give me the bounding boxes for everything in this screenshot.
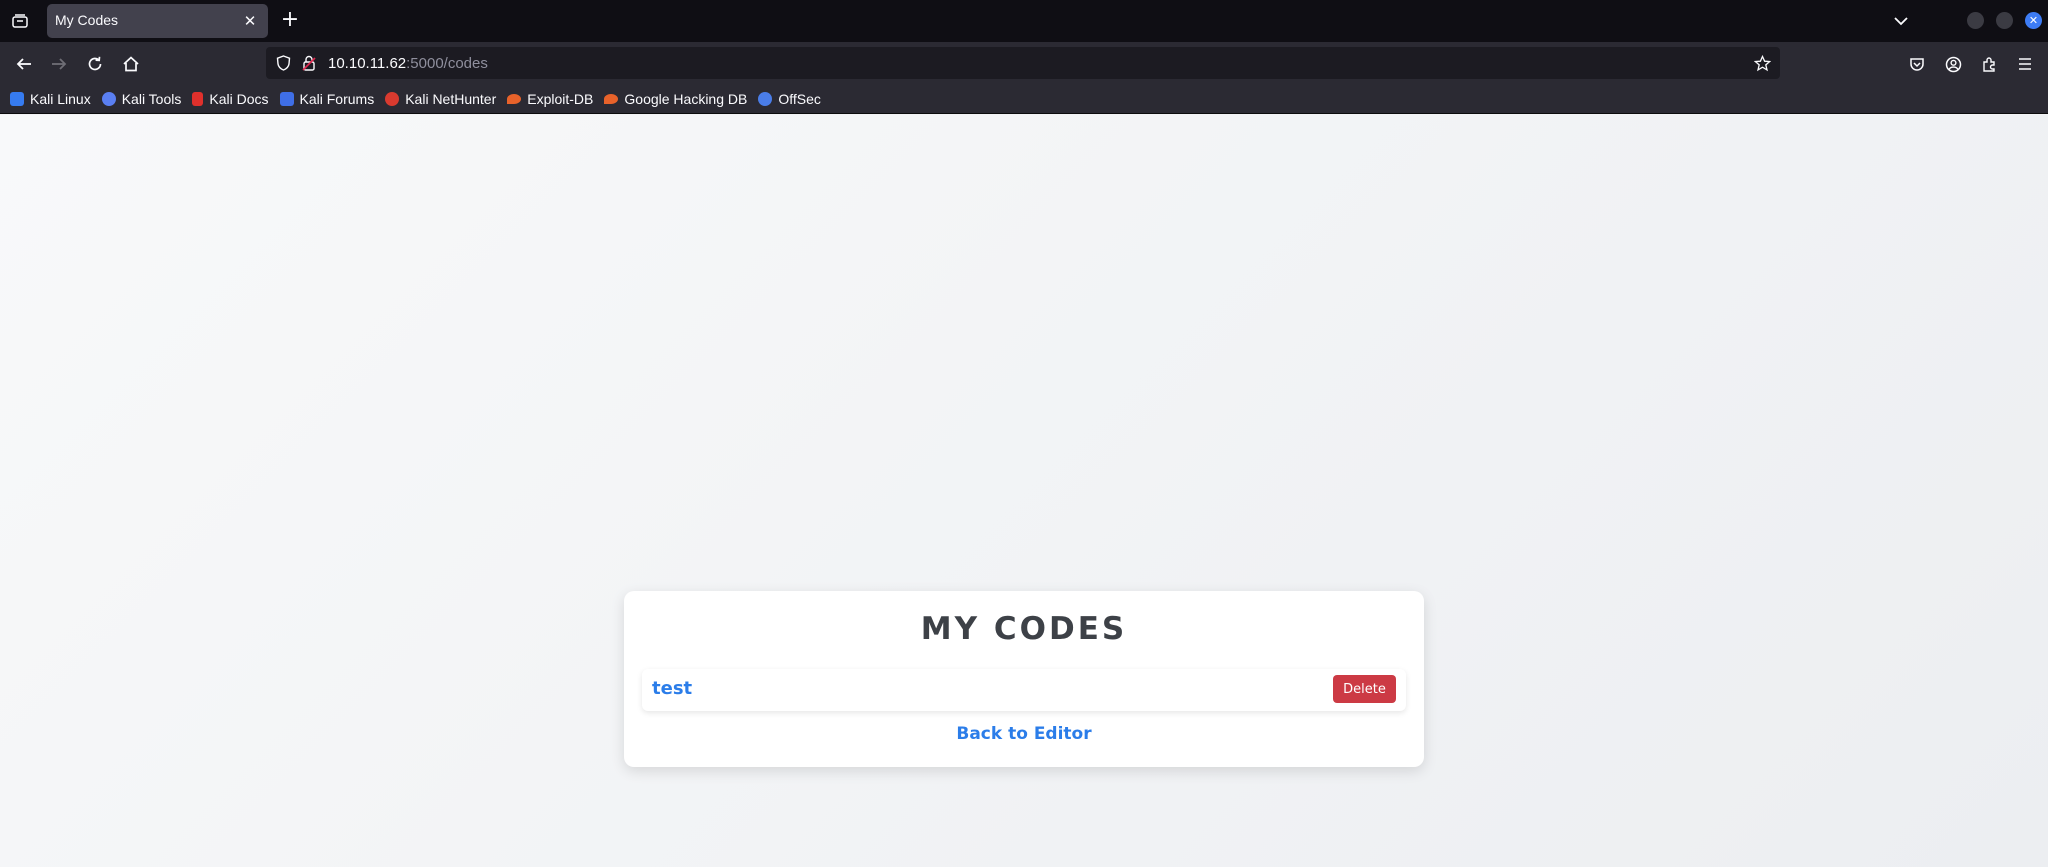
bookmark-google-hacking-db[interactable]: Google Hacking DB bbox=[604, 87, 747, 111]
extensions-icon[interactable] bbox=[1976, 51, 2002, 77]
tab-strip: My Codes ✕ + ✕ bbox=[0, 0, 2048, 42]
new-tab-button[interactable]: + bbox=[278, 8, 302, 32]
forward-arrow-icon[interactable] bbox=[46, 51, 72, 77]
url-bar[interactable]: 10.10.11.62:5000/codes bbox=[266, 47, 1780, 79]
bookmark-exploit-db[interactable]: Exploit-DB bbox=[507, 87, 593, 111]
back-to-editor-link[interactable]: Back to Editor bbox=[624, 724, 1424, 744]
page-title: MY CODES bbox=[920, 611, 1128, 647]
tab-close-icon[interactable]: ✕ bbox=[240, 11, 260, 31]
nethunter-icon bbox=[385, 91, 400, 106]
bookmark-kali-forums[interactable]: Kali Forums bbox=[279, 87, 375, 111]
kali-dragon-icon bbox=[10, 91, 24, 106]
nav-toolbar: 10.10.11.62:5000/codes bbox=[0, 42, 2048, 84]
bookmark-label: Kali Docs bbox=[209, 90, 269, 107]
bookmark-label: Google Hacking DB bbox=[624, 90, 748, 107]
kali-docs-icon bbox=[192, 91, 204, 106]
maximize-button[interactable] bbox=[1996, 12, 2013, 29]
page-viewport: MY CODES test Delete Back to Editor bbox=[0, 115, 2048, 867]
bookmark-label: Exploit-DB bbox=[527, 90, 594, 107]
codes-card: MY CODES test Delete Back to Editor bbox=[624, 591, 1424, 767]
bookmark-kali-nethunter[interactable]: Kali NetHunter bbox=[385, 87, 496, 111]
reload-icon[interactable] bbox=[82, 51, 108, 77]
delete-button[interactable]: Delete bbox=[1333, 675, 1396, 703]
ghdb-icon bbox=[604, 93, 619, 104]
minimize-button[interactable] bbox=[1967, 12, 1984, 29]
url-host: 10.10.11.62 bbox=[328, 55, 407, 72]
kali-tools-icon bbox=[101, 91, 116, 106]
code-link[interactable]: test bbox=[652, 678, 692, 699]
kali-forums-icon bbox=[279, 91, 294, 106]
back-arrow-icon[interactable] bbox=[11, 51, 37, 77]
bookmark-kali-tools[interactable]: Kali Tools bbox=[101, 87, 182, 111]
url-text[interactable]: 10.10.11.62:5000/codes bbox=[328, 55, 488, 72]
url-path: :5000/codes bbox=[406, 55, 488, 72]
code-list-item: test Delete bbox=[642, 669, 1406, 711]
offsec-icon bbox=[758, 91, 773, 106]
bookmark-kali-linux[interactable]: Kali Linux bbox=[10, 87, 91, 111]
chevron-down-icon[interactable] bbox=[1890, 10, 1912, 32]
exploit-db-icon bbox=[507, 93, 522, 104]
pocket-icon[interactable] bbox=[1904, 51, 1930, 77]
bookmark-label: OffSec bbox=[778, 90, 821, 107]
bookmarks-toolbar: Kali Linux Kali Tools Kali Docs Kali For… bbox=[0, 84, 2048, 114]
bookmark-label: Kali Linux bbox=[30, 90, 91, 107]
tab-title: My Codes bbox=[55, 12, 119, 28]
active-tab[interactable]: My Codes ✕ bbox=[47, 4, 268, 38]
shield-icon[interactable] bbox=[274, 54, 292, 72]
bookmark-offsec[interactable]: OffSec bbox=[758, 87, 821, 111]
bookmark-star-icon[interactable] bbox=[1753, 54, 1771, 72]
menu-icon[interactable] bbox=[2012, 51, 2038, 77]
account-icon[interactable] bbox=[1940, 51, 1966, 77]
lock-icon[interactable] bbox=[300, 54, 318, 72]
tab-list-icon[interactable] bbox=[8, 10, 32, 32]
bookmark-label: Kali NetHunter bbox=[405, 90, 497, 107]
home-icon[interactable] bbox=[118, 51, 144, 77]
bookmark-label: Kali Forums bbox=[299, 90, 375, 107]
bookmark-kali-docs[interactable]: Kali Docs bbox=[192, 87, 269, 111]
bookmark-label: Kali Tools bbox=[121, 90, 182, 107]
window-close-button[interactable]: ✕ bbox=[2025, 12, 2042, 29]
